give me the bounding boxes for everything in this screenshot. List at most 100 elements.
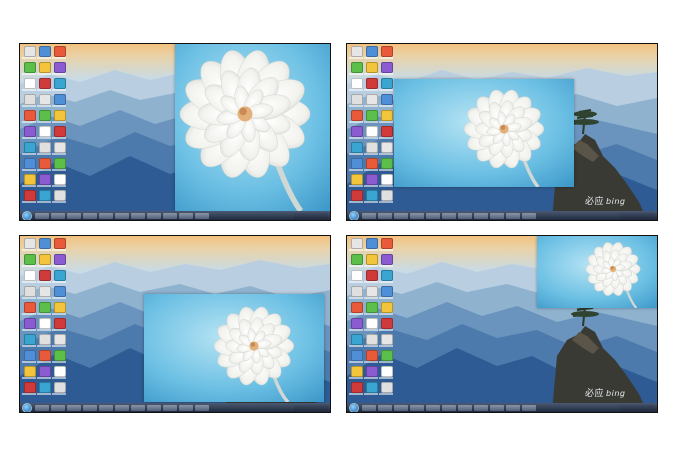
taskbar-app-button[interactable] [522,212,536,219]
desktop-icon[interactable] [381,142,393,153]
taskbar-app-button[interactable] [115,212,129,219]
desktop-icon[interactable] [24,190,36,201]
desktop-icon[interactable] [39,62,51,73]
desktop-icon[interactable] [351,350,363,361]
system-tray[interactable] [621,404,655,411]
desktop-icon[interactable] [351,110,363,121]
desktop-icon[interactable] [381,46,393,57]
taskbar-app-button[interactable] [410,212,424,219]
desktop-icon[interactable] [39,334,51,345]
taskbar-app-button[interactable] [458,404,472,411]
taskbar-app-button[interactable] [163,212,177,219]
taskbar-app-button[interactable] [474,212,488,219]
taskbar-app-button[interactable] [394,404,408,411]
taskbar-app-button[interactable] [131,404,145,411]
desktop-icon[interactable] [366,382,378,393]
desktop-icon[interactable] [54,174,66,185]
desktop-icon[interactable] [381,62,393,73]
desktop-icon[interactable] [351,174,363,185]
desktop-icon[interactable] [54,62,66,73]
taskbar-app-button[interactable] [83,404,97,411]
taskbar-app-button[interactable] [99,212,113,219]
taskbar-app-button[interactable] [442,404,456,411]
taskbar-app-button[interactable] [35,212,49,219]
start-button[interactable] [349,402,359,412]
desktop-icon[interactable] [351,158,363,169]
desktop-icon[interactable] [39,94,51,105]
taskbar-app-button[interactable] [474,404,488,411]
desktop-icon[interactable] [39,126,51,137]
taskbar-app-button[interactable] [163,404,177,411]
taskbar-app-button[interactable] [51,404,65,411]
desktop-icon[interactable] [54,350,66,361]
desktop-icon[interactable] [381,78,393,89]
desktop-icon[interactable] [351,238,363,249]
desktop-icon[interactable] [351,190,363,201]
desktop-icon[interactable] [24,350,36,361]
system-tray[interactable] [621,212,655,219]
desktop-icon[interactable] [366,254,378,265]
taskbar-app-button[interactable] [362,212,376,219]
desktop-icon[interactable] [381,382,393,393]
desktop-icon[interactable] [366,158,378,169]
desktop-icon[interactable] [366,110,378,121]
desktop-icon[interactable] [366,238,378,249]
desktop-icon[interactable] [39,286,51,297]
desktop-icon[interactable] [381,190,393,201]
desktop-icon[interactable] [366,78,378,89]
taskbar-app-button[interactable] [426,404,440,411]
desktop-icon[interactable] [39,270,51,281]
photo-viewer-window[interactable] [175,44,330,211]
taskbar-app-button[interactable] [490,404,504,411]
desktop-icon[interactable] [381,270,393,281]
desktop-icon[interactable] [24,174,36,185]
taskbar-app-button[interactable] [394,212,408,219]
desktop-icon[interactable] [24,158,36,169]
desktop-icon[interactable] [54,286,66,297]
desktop-icon[interactable] [24,238,36,249]
desktop-icon[interactable] [381,110,393,121]
desktop-icon[interactable] [381,334,393,345]
desktop-icon[interactable] [351,46,363,57]
desktop-icon[interactable] [39,238,51,249]
desktop-icon[interactable] [351,302,363,313]
desktop-icon[interactable] [39,366,51,377]
desktop-icon[interactable] [24,62,36,73]
desktop-icon[interactable] [24,366,36,377]
desktop-icon[interactable] [351,254,363,265]
taskbar-app-button[interactable] [179,404,193,411]
desktop-icon[interactable] [39,46,51,57]
start-button[interactable] [22,402,32,412]
desktop-icon[interactable] [24,78,36,89]
desktop-icon[interactable] [54,94,66,105]
desktop-icon[interactable] [24,286,36,297]
desktop-icon[interactable] [366,174,378,185]
taskbar-app-button[interactable] [458,212,472,219]
desktop-icon[interactable] [54,190,66,201]
desktop-icon[interactable] [381,318,393,329]
taskbar-app-button[interactable] [67,212,81,219]
desktop-icon[interactable] [381,238,393,249]
taskbar-app-button[interactable] [115,404,129,411]
system-tray[interactable] [294,404,328,411]
taskbar-app-button[interactable] [83,212,97,219]
desktop-icon[interactable] [366,62,378,73]
desktop-icon[interactable] [54,302,66,313]
desktop-icon[interactable] [351,366,363,377]
desktop-icon[interactable] [351,286,363,297]
desktop-icon[interactable] [39,190,51,201]
desktop-icon[interactable] [351,126,363,137]
desktop-icon[interactable] [366,366,378,377]
desktop-icon[interactable] [39,142,51,153]
desktop-icon[interactable] [54,382,66,393]
desktop-icon[interactable] [351,382,363,393]
desktop-icon[interactable] [54,126,66,137]
desktop-icon[interactable] [381,126,393,137]
desktop-icon[interactable] [366,302,378,313]
desktop-icon[interactable] [351,334,363,345]
desktop-icon[interactable] [39,174,51,185]
taskbar-app-button[interactable] [131,212,145,219]
desktop-icon[interactable] [366,142,378,153]
desktop-icon[interactable] [39,350,51,361]
desktop-icon[interactable] [351,94,363,105]
